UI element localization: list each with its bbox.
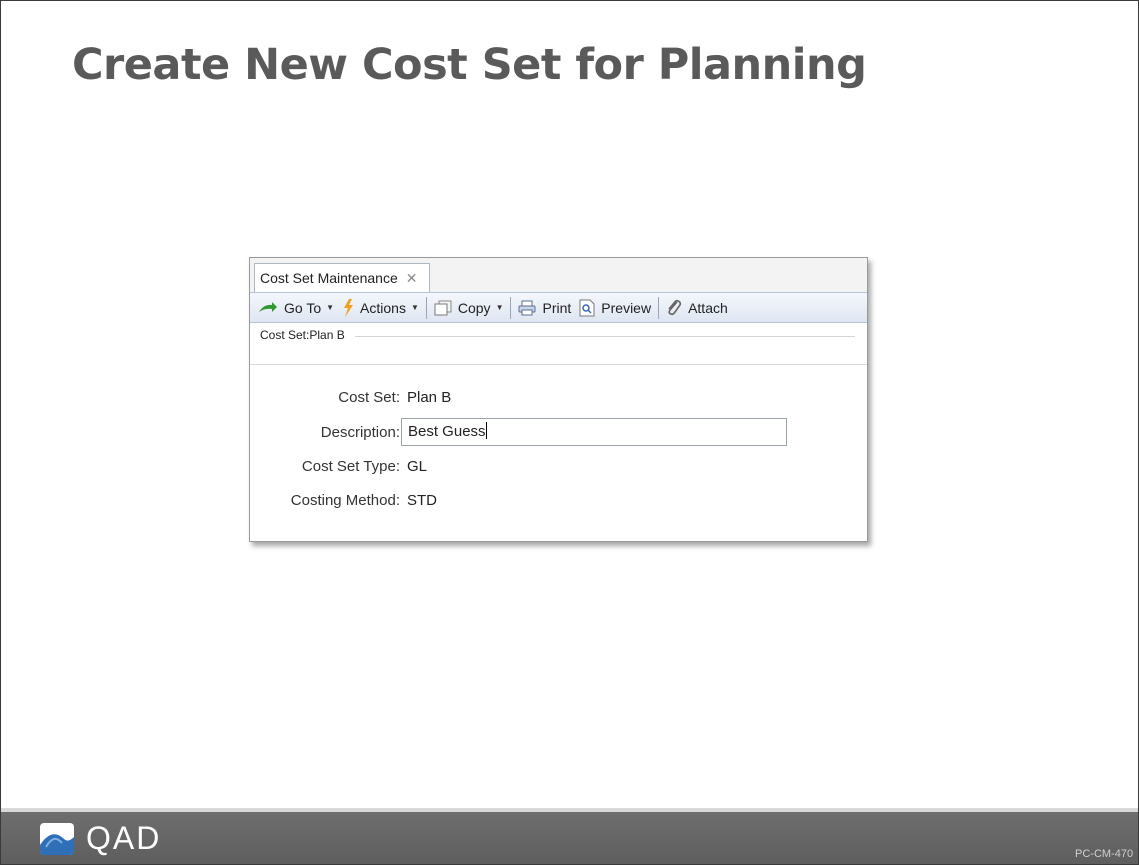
costing-method-value: STD [407, 492, 437, 509]
chevron-down-icon: ▼ [410, 303, 419, 312]
tab-strip: Cost Set Maintenance ✕ [250, 258, 867, 292]
goto-label: Go To [284, 299, 322, 316]
chevron-down-icon: ▼ [326, 303, 335, 312]
cost-set-value: Plan B [407, 389, 452, 406]
costing-method-label: Costing Method: [290, 492, 400, 509]
divider [355, 336, 855, 337]
close-icon[interactable]: ✕ [406, 270, 418, 287]
copy-button[interactable]: Copy ▼ [430, 293, 508, 322]
copy-label: Copy [457, 299, 491, 316]
cost-set-type-value: GL [407, 458, 428, 475]
preview-button[interactable]: Preview [575, 293, 655, 322]
arrow-right-icon [258, 301, 278, 314]
actions-label: Actions [360, 299, 406, 316]
goto-button[interactable]: Go To ▼ [254, 293, 338, 322]
lightning-icon [342, 298, 354, 317]
text-cursor [485, 422, 487, 439]
breadcrumb: Cost Set:Plan B [260, 328, 345, 342]
preview-label: Preview [601, 299, 652, 316]
cost-set-label: Cost Set: [338, 389, 400, 406]
print-label: Print [542, 299, 572, 316]
preview-icon [579, 299, 595, 317]
printer-icon [518, 300, 536, 316]
tab-cost-set-maintenance[interactable]: Cost Set Maintenance ✕ [254, 263, 430, 292]
actions-button[interactable]: Actions ▼ [338, 293, 423, 322]
copy-icon [434, 300, 452, 316]
toolbar: Go To ▼ Actions ▼ Copy ▼ Print Preview A… [250, 292, 867, 323]
toolbar-separator [425, 296, 427, 319]
slide-footer: QAD PC-CM-470 [1, 812, 1138, 864]
slide-title: Create New Cost Set for Planning [72, 40, 867, 90]
tab-label: Cost Set Maintenance [260, 270, 398, 286]
attach-label: Attach [688, 299, 728, 316]
toolbar-separator [510, 296, 512, 319]
description-value: Best Guess [408, 423, 486, 440]
attach-button[interactable]: Attach [662, 293, 732, 322]
toolbar-separator [658, 296, 660, 319]
description-field[interactable]: Best Guess [401, 418, 787, 446]
breadcrumb-row: Cost Set:Plan B [250, 323, 867, 365]
cost-set-type-label: Cost Set Type: [301, 458, 400, 475]
paperclip-icon [666, 299, 682, 317]
slide-code: PC-CM-470 [1075, 848, 1134, 860]
qad-logo: QAD [38, 820, 161, 857]
print-button[interactable]: Print [514, 293, 575, 322]
logo-text: QAD [86, 820, 162, 856]
qad-logo-icon [40, 822, 74, 855]
cost-set-maintenance-window: Cost Set Maintenance ✕ Go To ▼ Actions ▼… [249, 257, 868, 542]
description-label: Description: [320, 424, 400, 441]
chevron-down-icon: ▼ [495, 303, 504, 312]
